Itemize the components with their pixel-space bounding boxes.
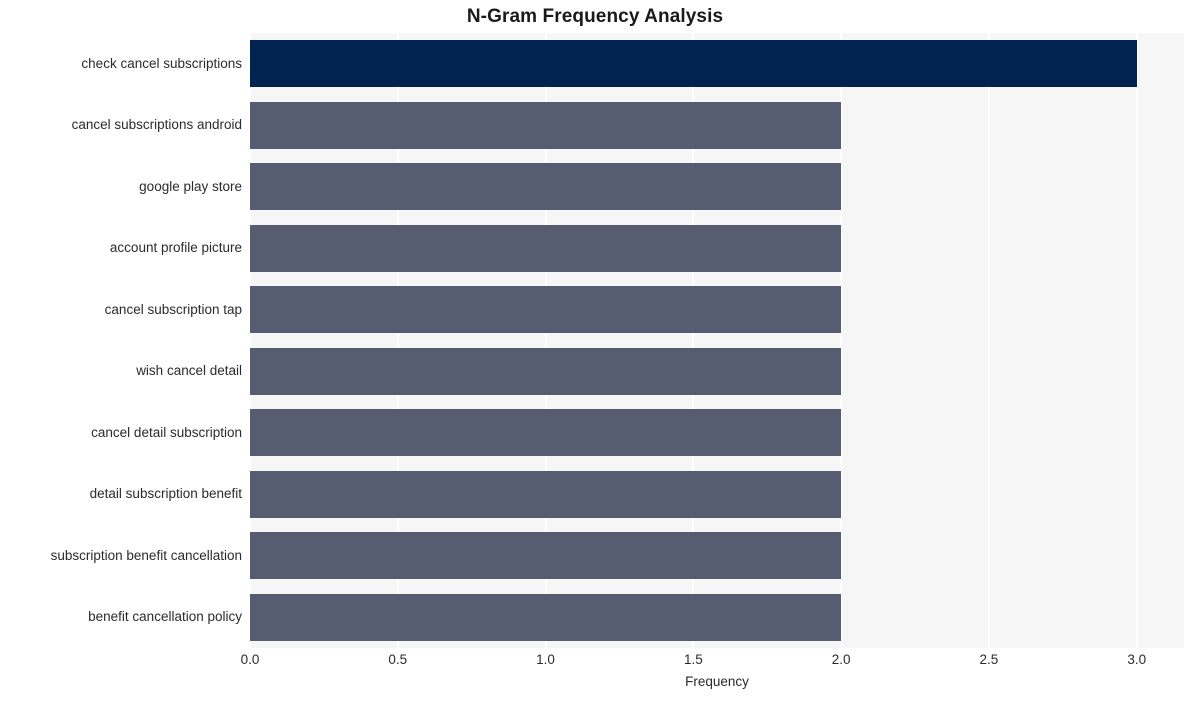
y-axis-tick-label: google play store <box>139 178 242 194</box>
y-axis-tick-label: cancel subscriptions android <box>71 117 242 133</box>
y-axis-tick-labels: check cancel subscriptions cancel subscri… <box>0 33 242 648</box>
x-axis-tick-label: 0.0 <box>240 652 260 667</box>
bar[interactable] <box>250 40 1137 88</box>
y-axis-tick-label: benefit cancellation policy <box>88 609 242 625</box>
bar[interactable] <box>250 347 842 395</box>
bar[interactable] <box>250 224 842 272</box>
bar[interactable] <box>250 286 842 334</box>
y-axis-tick-label: account profile picture <box>109 240 242 256</box>
x-axis-title: Frequency <box>685 674 749 689</box>
bar[interactable] <box>250 532 842 580</box>
x-axis-tick-label: 1.5 <box>683 652 703 667</box>
y-axis-tick-label: check cancel subscriptions <box>81 55 242 71</box>
x-axis-tick-label: 3.0 <box>1127 652 1147 667</box>
plot-area <box>250 33 1184 648</box>
bar[interactable] <box>250 409 842 457</box>
bar[interactable] <box>250 470 842 518</box>
x-axis-tick-label: 1.0 <box>536 652 555 667</box>
x-axis-tick-label: 2.5 <box>979 652 999 667</box>
y-axis-tick-label: cancel subscription tap <box>104 301 242 317</box>
chart-title: N-Gram Frequency Analysis <box>466 6 724 27</box>
y-axis-tick-label: detail subscription benefit <box>89 486 242 502</box>
y-axis-tick-label: cancel detail subscription <box>91 424 242 440</box>
y-axis-tick-label: subscription benefit cancellation <box>50 547 242 563</box>
chart-figure: N-Gram Frequency Analysis check cancel s… <box>0 0 1190 701</box>
bar[interactable] <box>250 593 842 641</box>
x-axis-tick-labels: 0.0 0.5 1.0 1.5 2.0 2.5 3.0 <box>0 652 1190 674</box>
bar-series <box>250 33 1184 648</box>
y-axis-tick-label: wish cancel detail <box>136 363 242 379</box>
bar[interactable] <box>250 101 842 149</box>
x-axis-tick-label: 2.0 <box>831 652 851 667</box>
bar[interactable] <box>250 163 842 211</box>
x-axis-tick-label: 0.5 <box>388 652 408 667</box>
